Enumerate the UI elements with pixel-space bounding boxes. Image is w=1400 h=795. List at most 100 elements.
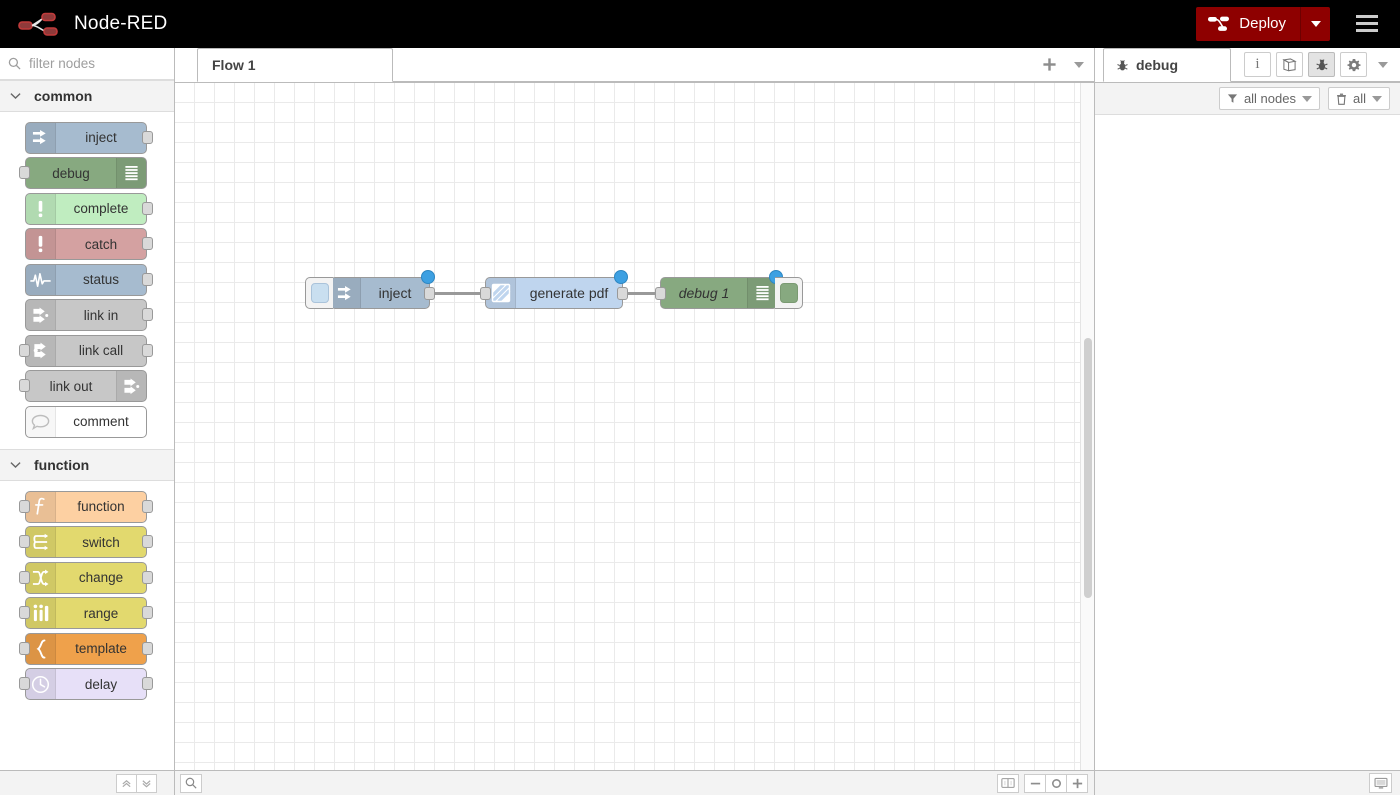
add-flow-button[interactable]	[1034, 48, 1064, 82]
palette-node-status[interactable]: status	[25, 264, 147, 296]
palette-node-link-call[interactable]: link call	[25, 335, 147, 367]
chevron-down-icon	[10, 92, 24, 100]
right-sidebar: debug i	[1094, 48, 1400, 795]
brace-icon	[26, 634, 56, 664]
node-input-port[interactable]	[655, 287, 666, 300]
node-output-port[interactable]	[142, 273, 153, 286]
flow-canvas[interactable]: inject generate pdf debug 1	[175, 83, 1094, 770]
sidebar-footer	[1095, 770, 1400, 795]
sidebar-more-button[interactable]	[1372, 52, 1394, 77]
sidebar-tab-label: debug	[1136, 57, 1178, 73]
palette-categories: commoninjectdebugcompletecatchstatuslink…	[0, 80, 174, 770]
palette-node-template[interactable]: template	[25, 633, 147, 665]
debug-bug-icon[interactable]	[1308, 52, 1335, 77]
pulse-wave-icon	[26, 265, 56, 295]
node-input-port[interactable]	[480, 287, 491, 300]
info-icon[interactable]: i	[1244, 52, 1271, 77]
palette-node-label: link call	[56, 343, 146, 358]
node-output-port[interactable]	[617, 287, 628, 300]
canvas-area[interactable]: inject generate pdf debug 1	[175, 83, 1094, 770]
deploy-label: Deploy	[1239, 15, 1286, 32]
node-input-port[interactable]	[19, 642, 30, 655]
node-input-port[interactable]	[19, 571, 30, 584]
palette-node-label: template	[56, 641, 146, 656]
zoom-in-button[interactable]	[1066, 774, 1088, 793]
palette-items-function: functionswitch change range template delay	[0, 481, 174, 712]
sidebar-resize-handle[interactable]	[1091, 48, 1099, 795]
node-output-port[interactable]	[142, 571, 153, 584]
flow-tab-menu-button[interactable]	[1064, 48, 1094, 82]
node-input-port[interactable]	[19, 166, 30, 179]
node-output-port[interactable]	[142, 202, 153, 215]
debug-clear-button[interactable]: all	[1328, 87, 1390, 110]
node-output-port[interactable]	[142, 131, 153, 144]
palette-node-link-in[interactable]: link in	[25, 299, 147, 331]
fit-to-view-icon[interactable]	[997, 774, 1019, 793]
palette-node-change[interactable]: change	[25, 562, 147, 594]
node-input-port[interactable]	[19, 344, 30, 357]
funnel-icon	[1227, 93, 1238, 104]
node-output-port[interactable]	[424, 287, 435, 300]
node-output-port[interactable]	[142, 642, 153, 655]
canvas-footer	[175, 770, 1094, 795]
debug-filter-button[interactable]: all nodes	[1219, 87, 1320, 110]
node-output-port[interactable]	[142, 677, 153, 690]
zoom-reset-button[interactable]	[1045, 774, 1067, 793]
node-red-logo	[18, 11, 62, 37]
node-output-port[interactable]	[142, 535, 153, 548]
node-changed-indicator	[614, 270, 628, 284]
node-output-port[interactable]	[142, 500, 153, 513]
palette-node-link-out[interactable]: link out	[25, 370, 147, 402]
palette-category-common[interactable]: common	[0, 80, 174, 112]
workspace: Flow 1 inject generate pdf debug 1	[175, 48, 1094, 795]
palette-category-function[interactable]: function	[0, 449, 174, 481]
palette-node-delay[interactable]: delay	[25, 668, 147, 700]
palette-node-function[interactable]: function	[25, 491, 147, 523]
node-input-port[interactable]	[19, 500, 30, 513]
switch-icon	[26, 527, 56, 557]
node-input-port[interactable]	[19, 606, 30, 619]
inject-trigger-button[interactable]	[305, 277, 333, 309]
node-output-port[interactable]	[142, 237, 153, 250]
palette-node-debug[interactable]: debug	[25, 157, 147, 189]
expand-all-icon[interactable]	[136, 774, 157, 793]
flow-tab-flow-1[interactable]: Flow 1	[197, 48, 393, 82]
node-output-port[interactable]	[142, 308, 153, 321]
palette-node-inject[interactable]: inject	[25, 122, 147, 154]
change-swap-icon	[26, 563, 56, 593]
debug-toggle-button[interactable]	[775, 277, 803, 309]
palette-search[interactable]	[0, 48, 174, 80]
sidebar-tab-debug[interactable]: debug	[1103, 48, 1231, 82]
deploy-button[interactable]: Deploy	[1196, 7, 1300, 41]
flow-wire[interactable]	[430, 292, 485, 295]
canvas-search-button[interactable]	[180, 774, 202, 793]
palette-node-label: change	[56, 570, 146, 585]
monitor-icon[interactable]	[1369, 773, 1392, 793]
flow-node-pdf[interactable]: generate pdf	[485, 277, 623, 309]
flow-node-debug1[interactable]: debug 1	[660, 277, 778, 309]
node-output-port[interactable]	[142, 606, 153, 619]
deploy-options-button[interactable]	[1300, 7, 1330, 41]
collapse-all-icon[interactable]	[116, 774, 137, 793]
debug-lines-icon	[116, 158, 146, 188]
palette-node-switch[interactable]: switch	[25, 526, 147, 558]
app-header: Node-RED Deploy	[0, 0, 1400, 48]
node-changed-indicator	[421, 270, 435, 284]
palette-node-complete[interactable]: complete	[25, 193, 147, 225]
flow-node-inject[interactable]: inject	[330, 277, 430, 309]
main-menu-button[interactable]	[1344, 1, 1390, 47]
zoom-controls	[998, 774, 1088, 793]
config-gear-icon[interactable]	[1340, 52, 1367, 77]
chevron-down-icon	[1372, 96, 1382, 102]
zoom-out-button[interactable]	[1024, 774, 1046, 793]
node-input-port[interactable]	[19, 379, 30, 392]
debug-message-list[interactable]	[1095, 115, 1400, 770]
palette-node-range[interactable]: range	[25, 597, 147, 629]
node-input-port[interactable]	[19, 677, 30, 690]
node-input-port[interactable]	[19, 535, 30, 548]
filter-nodes-input[interactable]	[27, 55, 166, 72]
palette-node-comment[interactable]: comment	[25, 406, 147, 438]
help-book-icon[interactable]	[1276, 52, 1303, 77]
node-output-port[interactable]	[142, 344, 153, 357]
palette-node-catch[interactable]: catch	[25, 228, 147, 260]
